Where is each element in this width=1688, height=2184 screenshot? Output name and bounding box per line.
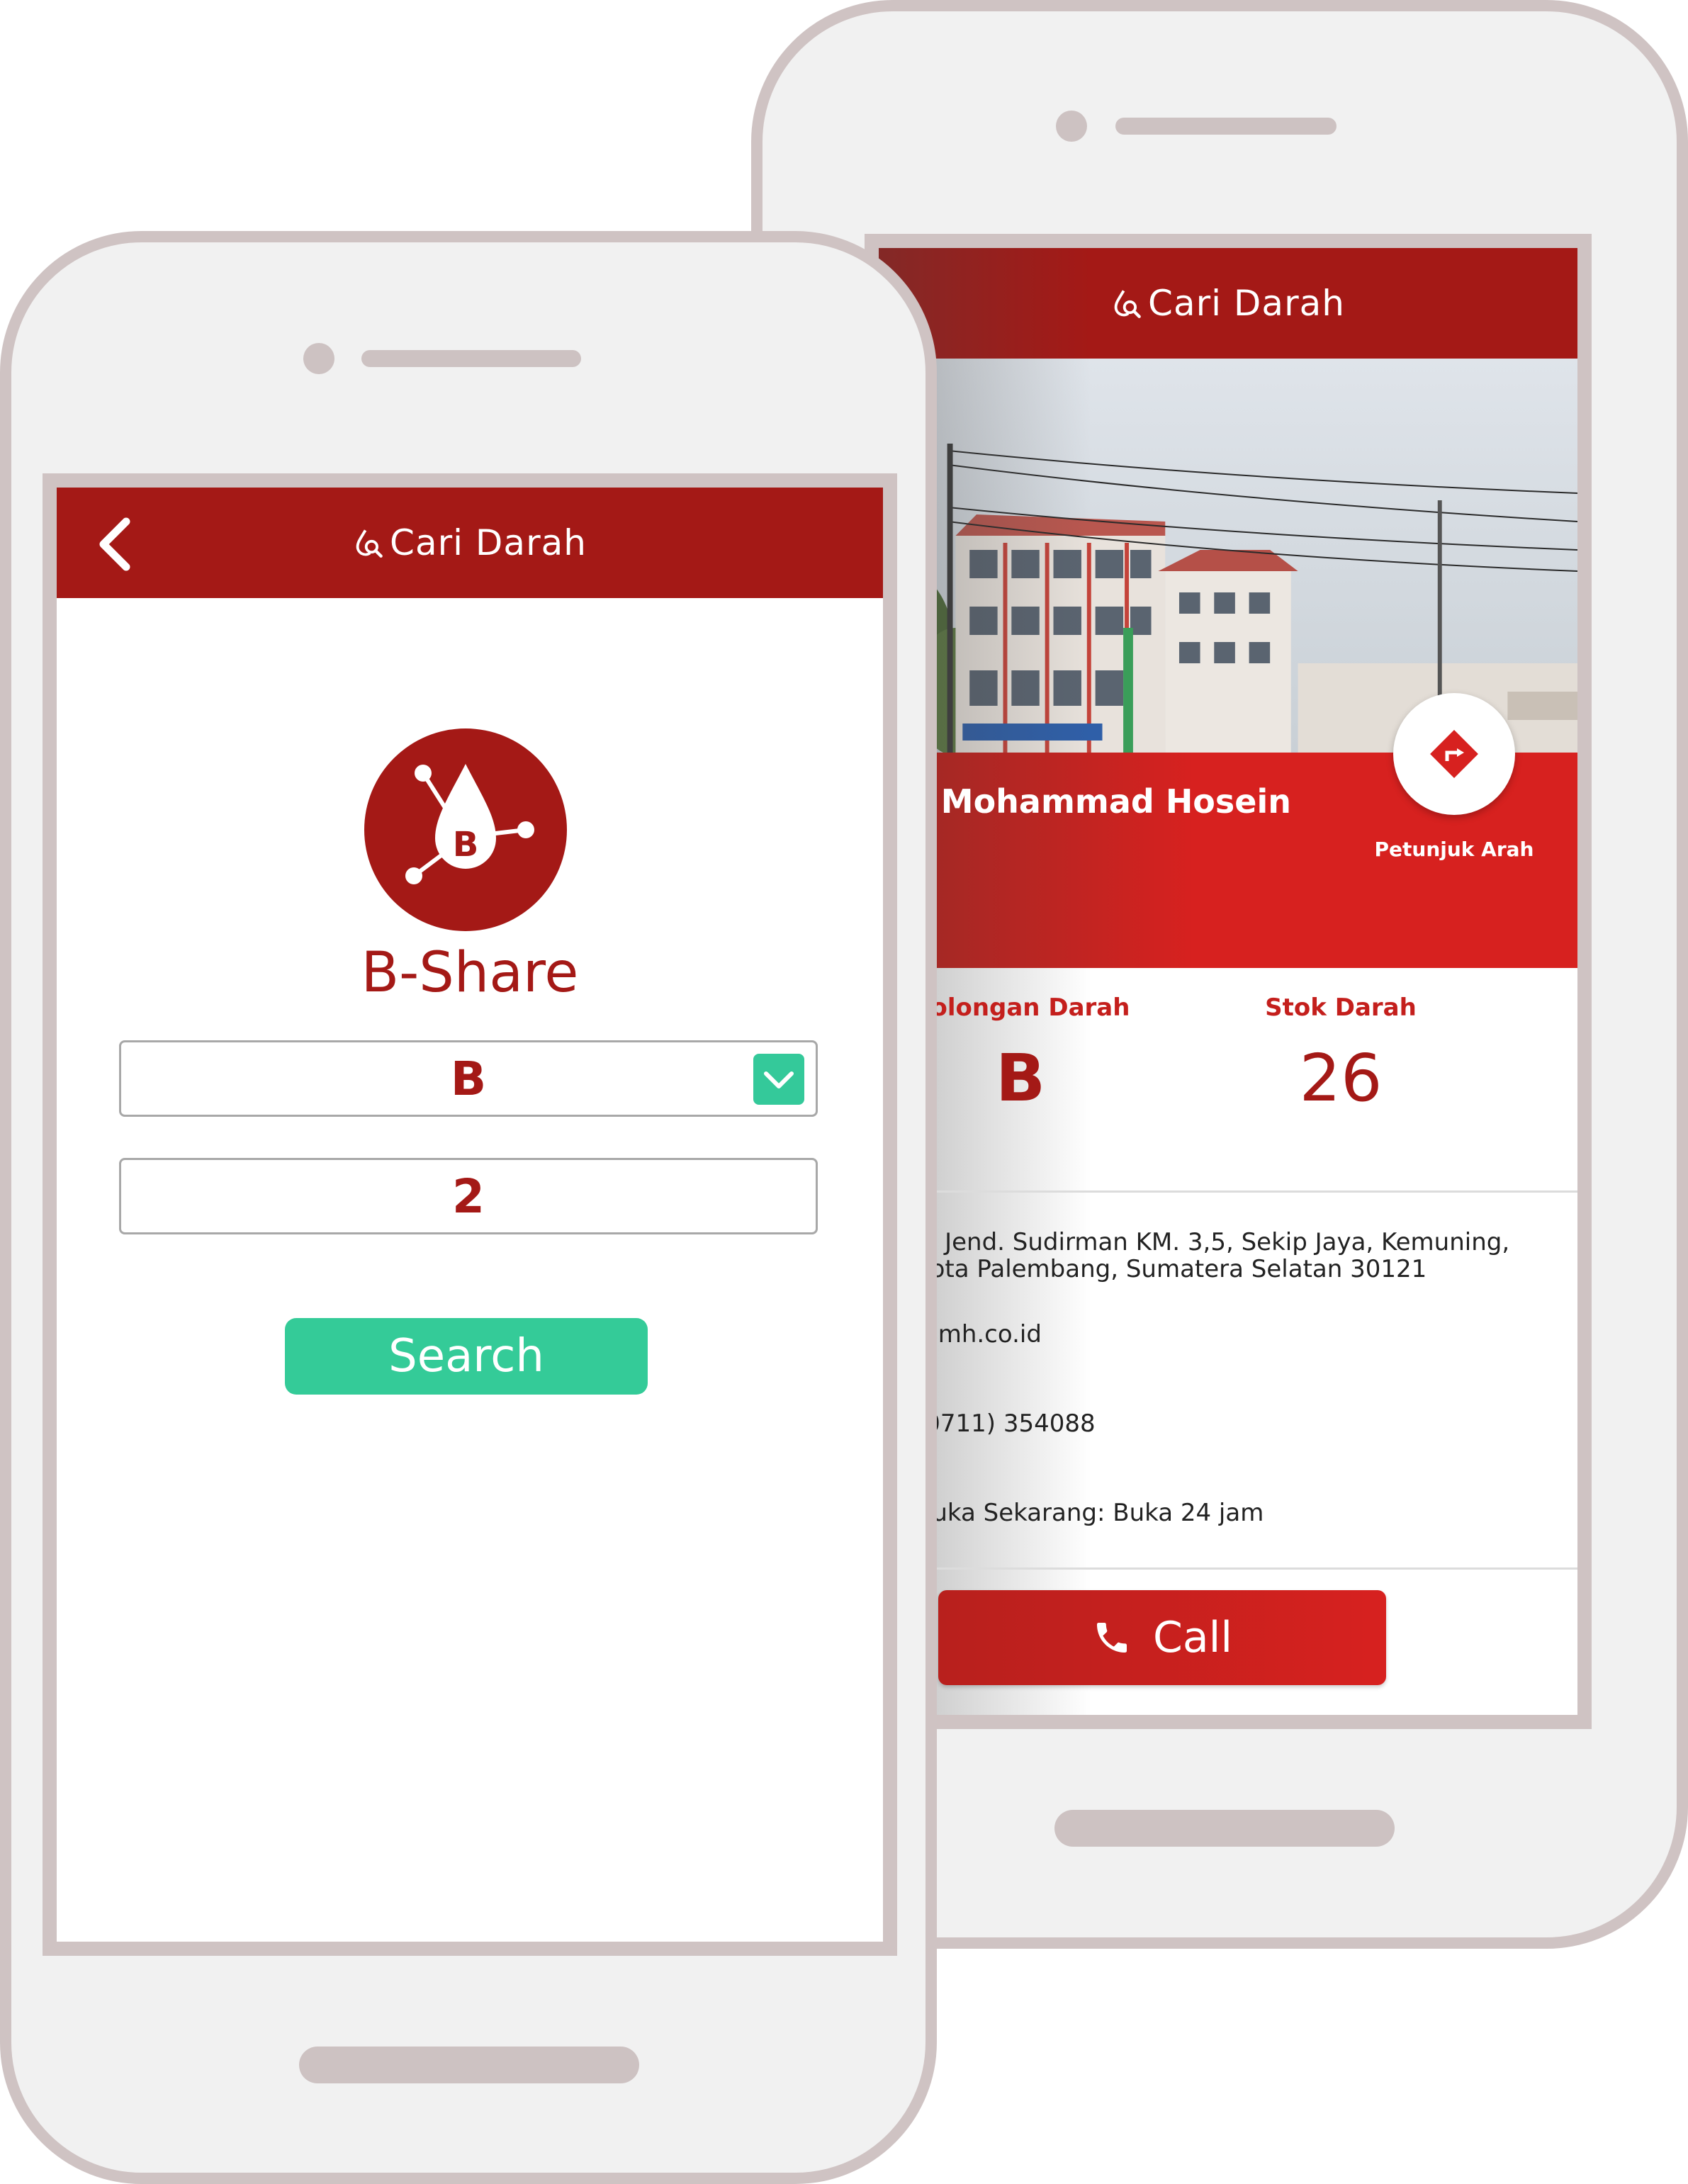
directions-label: Petunjuk Arah: [1374, 838, 1534, 861]
dropdown-toggle[interactable]: [753, 1054, 804, 1105]
front-camera: [1056, 111, 1087, 142]
back-screen-frame: Cari Darah Dr. Mohammad Hosein Petunjuk …: [865, 234, 1592, 1729]
address-line-2: Kota Palembang, Sumatera Selatan 30121: [916, 1255, 1427, 1283]
phone-icon: [1096, 1623, 1127, 1653]
opening-hours: Buka Sekarang: Buka 24 jam: [916, 1499, 1264, 1527]
divider: [879, 1567, 1577, 1570]
blood-drop-search-icon: [356, 529, 383, 558]
app-bar: Cari Darah: [57, 488, 883, 598]
earpiece-speaker: [1115, 118, 1337, 135]
chevron-left-icon[interactable]: [91, 516, 140, 573]
search-button-label: Search: [388, 1330, 544, 1383]
stock-value: 26: [1299, 1040, 1383, 1116]
quantity-input[interactable]: 2: [119, 1158, 818, 1234]
logo-letter: B: [453, 825, 479, 865]
blood-drop-search-icon: [1114, 290, 1141, 318]
search-screen: Cari Darah B B-Share B 2 Search: [57, 488, 883, 1942]
directions-button[interactable]: [1393, 693, 1515, 815]
app-bar-title: Cari Darah: [390, 522, 587, 563]
hospital-detail-screen: Cari Darah Dr. Mohammad Hosein Petunjuk …: [879, 248, 1577, 1715]
hospital-name: Dr. Mohammad Hosein: [879, 782, 1292, 821]
divider: [879, 1190, 1577, 1193]
app-name: B-Share: [361, 941, 579, 1005]
chevron-down-icon: [764, 1071, 794, 1088]
home-button[interactable]: [1054, 1810, 1395, 1847]
address-line-1: Jl. Jend. Sudirman KM. 3,5, Sekip Jaya, …: [916, 1228, 1510, 1256]
phone-number[interactable]: (0711) 354088: [916, 1410, 1096, 1437]
front-screen-frame: Cari Darah B B-Share B 2 Search: [43, 473, 897, 1956]
call-button[interactable]: Call: [938, 1590, 1386, 1685]
app-bar: Cari Darah: [879, 248, 1577, 359]
turn-right-diamond-icon: [1430, 730, 1478, 778]
earpiece-speaker: [361, 350, 581, 367]
search-button[interactable]: Search: [285, 1318, 648, 1395]
call-button-label: Call: [1152, 1613, 1232, 1662]
front-phone: Cari Darah B B-Share B 2 Search: [0, 231, 937, 2184]
quantity-input-value: 2: [452, 1169, 485, 1224]
blood-type-select-value: B: [450, 1051, 487, 1106]
blood-drop-network-icon: B: [364, 728, 567, 931]
blood-type-select[interactable]: B: [119, 1040, 818, 1117]
front-camera: [303, 343, 334, 374]
home-button[interactable]: [299, 2047, 639, 2083]
app-bar-title: Cari Darah: [1148, 283, 1345, 324]
stock-label: Stok Darah: [1265, 994, 1417, 1022]
